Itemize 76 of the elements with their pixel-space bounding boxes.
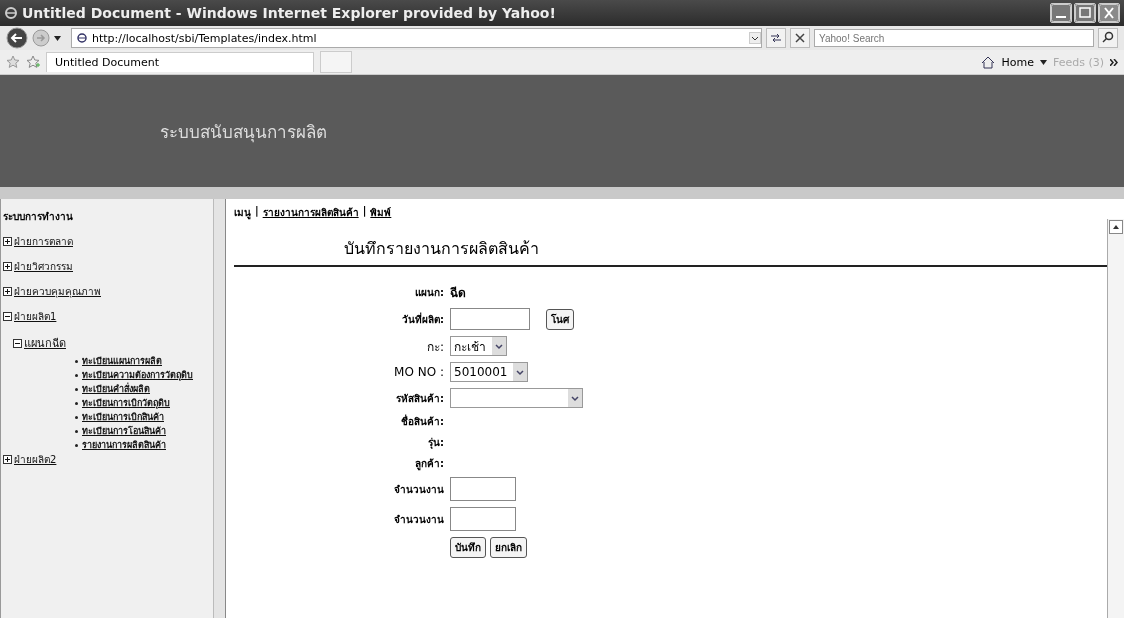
- tree-link[interactable]: แผนกฉีด: [24, 334, 66, 352]
- stop-button[interactable]: [790, 28, 810, 48]
- separator: |: [362, 205, 367, 219]
- expand-icon[interactable]: [3, 287, 12, 296]
- breadcrumb-link[interactable]: พิมพ์: [370, 205, 392, 220]
- scroll-up-icon[interactable]: [1109, 220, 1123, 234]
- expand-icon[interactable]: [3, 237, 12, 246]
- field-label: ชื่อสินค้า:: [400, 414, 444, 429]
- expand-icon[interactable]: [3, 262, 12, 271]
- tree-link[interactable]: ฝ่ายผลิต2: [14, 452, 57, 467]
- home-icon[interactable]: [981, 55, 996, 69]
- breadcrumb-text: เมนู: [234, 206, 251, 220]
- number-field[interactable]: [450, 507, 516, 531]
- tree-link[interactable]: ทะเบียนความต้องการวัตถุดิบ: [82, 368, 193, 382]
- tree-link[interactable]: ทะเบียนการโอนสินค้า: [82, 424, 166, 438]
- select-field[interactable]: กะเช้า: [450, 336, 507, 356]
- bullet-icon: [75, 443, 78, 447]
- collapse-icon[interactable]: [13, 338, 22, 348]
- window-title: Untitled Document - Windows Internet Explorer provided by Yahoo!: [22, 5, 557, 21]
- bullet-icon: [75, 429, 78, 433]
- search-field[interactable]: Yahoo! Search: [814, 29, 1094, 47]
- form-button[interactable]: บันทึก: [450, 537, 486, 558]
- tree-link[interactable]: ทะเบียนคำสั่งผลิต: [82, 382, 150, 396]
- home-button[interactable]: Home: [1001, 55, 1034, 69]
- field-label: วันที่ผลิต:: [401, 311, 444, 327]
- date-field[interactable]: [450, 308, 530, 330]
- number-field[interactable]: [450, 477, 516, 501]
- tree-link[interactable]: ทะเบียนการเบิกวัตถุดิบ: [82, 396, 170, 410]
- dropdown-icon[interactable]: [492, 337, 506, 355]
- collapse-icon[interactable]: [3, 312, 12, 321]
- scrollbar[interactable]: [1107, 219, 1124, 618]
- separator: |: [255, 205, 259, 219]
- address-bar[interactable]: http://localhost/sbi/Templates/index.html: [71, 28, 762, 48]
- dropdown-icon[interactable]: [1039, 59, 1047, 65]
- form-button[interactable]: ยกเลิก: [490, 537, 527, 558]
- back-button[interactable]: [6, 27, 28, 49]
- field-label: ลูกค้า:: [414, 457, 444, 471]
- field-label: แผนก:: [414, 286, 444, 300]
- search-button[interactable]: [1098, 28, 1118, 48]
- minimize-button[interactable]: [1050, 3, 1072, 23]
- more-icon[interactable]: [1110, 58, 1118, 66]
- site-title: ระบบสนับสนุนการผลิต: [160, 120, 327, 145]
- calendar-button[interactable]: โนศ: [546, 308, 574, 330]
- tree-link[interactable]: ฝ่ายการตลาด: [14, 234, 73, 249]
- select-field[interactable]: [450, 388, 583, 408]
- bullet-icon: [75, 415, 78, 419]
- sidebar-heading: ระบบการทำงาน: [3, 210, 74, 224]
- tree-link[interactable]: ฝ่ายผลิต1: [14, 309, 57, 324]
- close-button[interactable]: [1098, 3, 1120, 23]
- tree-link[interactable]: ฝ่ายควบคุมคุณภาพ: [14, 284, 101, 299]
- field-label: MO NO :: [393, 365, 444, 379]
- dropdown-icon[interactable]: [568, 389, 582, 407]
- star-icon[interactable]: [6, 55, 20, 69]
- maximize-button[interactable]: [1074, 3, 1096, 23]
- bullet-icon: [75, 359, 78, 363]
- dropdown-icon[interactable]: [749, 32, 761, 44]
- browser-tab[interactable]: Untitled Document: [46, 52, 314, 72]
- bullet-icon: [75, 373, 78, 377]
- field-value: ฉีด: [450, 285, 466, 302]
- field-label: กะ:: [425, 338, 444, 356]
- select-field[interactable]: 5010001: [450, 362, 529, 382]
- bullet-icon: [75, 401, 78, 405]
- add-favorite-icon[interactable]: [26, 55, 40, 69]
- field-label: จำนวนงาน: [393, 512, 444, 527]
- tree-link[interactable]: ทะเบียนแผนการผลิต: [82, 354, 162, 368]
- field-label: จำนวนงาน: [393, 482, 444, 497]
- field-label: รหัสสินค้า:: [395, 391, 444, 406]
- tree-link[interactable]: รายงานการผลิตสินค้า: [82, 438, 166, 452]
- expand-icon[interactable]: [3, 455, 12, 464]
- history-dropdown-icon[interactable]: [54, 35, 61, 41]
- tree-link[interactable]: ทะเบียนการเบิกสินค้า: [82, 410, 164, 424]
- field-label: รุ่น:: [427, 436, 444, 450]
- browser-logo-icon: [4, 6, 18, 20]
- breadcrumb-link[interactable]: รายงานการผลิตสินค้า: [262, 205, 359, 220]
- tree-link[interactable]: ฝ่ายวิศวกรรม: [14, 259, 73, 274]
- bullet-icon: [75, 387, 78, 391]
